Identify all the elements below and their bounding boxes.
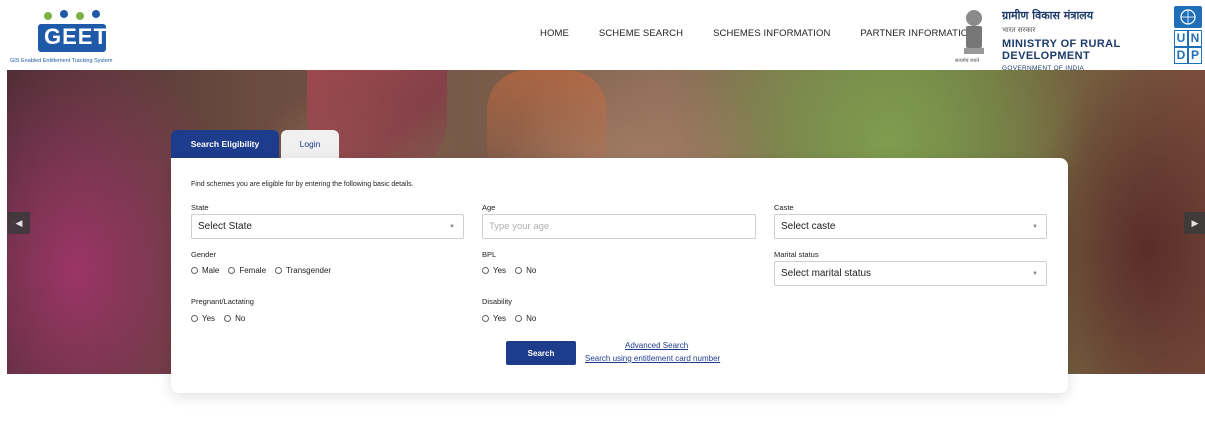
radio-label: Yes [493,314,507,323]
disability-radio-group: Yes No [482,314,545,323]
carousel-prev-icon[interactable]: ◀ [8,212,30,234]
pregnant-radio-group: Yes No [191,314,254,323]
form-intro-text: Find schemes you are eligible for by ent… [191,181,414,188]
main-nav: HOME SCHEME SEARCH SCHEMES INFORMATION P… [540,28,1005,39]
marital-status-label: Marital status [774,250,819,259]
pregnant-lactating-label: Pregnant/Lactating [191,297,254,306]
caste-select-value: Select caste [781,221,836,232]
entitlement-card-search-link[interactable]: Search using entitlement card number [585,354,720,363]
nav-schemes-information[interactable]: SCHEMES INFORMATION [713,28,830,39]
chevron-down-icon: ▼ [449,224,455,230]
carousel-next-icon[interactable]: ▶ [1184,212,1205,234]
marital-select-value: Select marital status [781,268,872,279]
age-label: Age [482,203,496,212]
bpl-radio-yes[interactable]: Yes [482,266,506,275]
radio-label: Yes [202,314,216,323]
search-button[interactable]: Search [506,341,576,365]
logo-tagline: GIS Enabled Entitlement Tracking System [10,58,113,64]
tab-login[interactable]: Login [281,130,339,158]
gender-radio-female[interactable]: Female [228,266,266,275]
caste-label: Caste [774,203,794,212]
radio-label: Female [239,266,267,275]
undp-letter: P [1188,47,1202,64]
radio-label: No [235,314,246,323]
pregnant-radio-yes[interactable]: Yes [191,314,215,323]
nav-scheme-search[interactable]: SCHEME SEARCH [599,28,683,39]
radio-label: Male [202,266,220,275]
state-select[interactable]: Select State ▼ [191,214,464,239]
undp-letter: D [1174,47,1188,64]
undp-letter: U [1174,30,1188,47]
chevron-down-icon: ▼ [1032,271,1038,277]
disability-radio-yes[interactable]: Yes [482,314,506,323]
tab-search-eligibility[interactable]: Search Eligibility [171,130,279,158]
gender-radio-male[interactable]: Male [191,266,219,275]
state-select-value: Select State [198,221,252,232]
radio-label: No [526,266,537,275]
caste-select[interactable]: Select caste ▼ [774,214,1047,239]
bpl-label: BPL [482,250,497,259]
geet-logo[interactable]: GEET GIS Enabled Entitlement Tracking Sy… [10,6,130,68]
site-header: GEET GIS Enabled Entitlement Tracking Sy… [0,0,1205,72]
chevron-down-icon: ▼ [1032,224,1038,230]
pregnant-radio-no[interactable]: No [224,314,245,323]
radio-label: Yes [493,266,507,275]
radio-label: No [526,314,537,323]
nav-home[interactable]: HOME [540,28,569,39]
eligibility-form-card: Find schemes you are eligible for by ent… [171,158,1068,393]
undp-letter: N [1188,30,1202,47]
national-emblem-icon [964,10,984,54]
gender-radio-group: Male Female Transgender [191,266,340,275]
disability-label: Disability [482,297,513,306]
logo-text: GEET [44,24,108,49]
age-input[interactable] [482,214,756,239]
state-label: State [191,203,209,212]
marital-status-select[interactable]: Select marital status ▼ [774,261,1047,286]
un-globe-icon [1174,6,1202,28]
gender-radio-transgender[interactable]: Transgender [275,266,331,275]
bpl-radio-group: Yes No [482,266,545,275]
gender-label: Gender [191,250,217,259]
disability-radio-no[interactable]: No [515,314,536,323]
bpl-radio-no[interactable]: No [515,266,536,275]
nav-partner-information[interactable]: PARTNER INFORMATION [860,28,975,39]
advanced-search-link[interactable]: Advanced Search [625,341,688,350]
emblem-caption: सत्यमेव जयते [955,58,980,64]
radio-label: Transgender [286,266,332,275]
undp-logo[interactable]: U N D P [1174,6,1202,66]
